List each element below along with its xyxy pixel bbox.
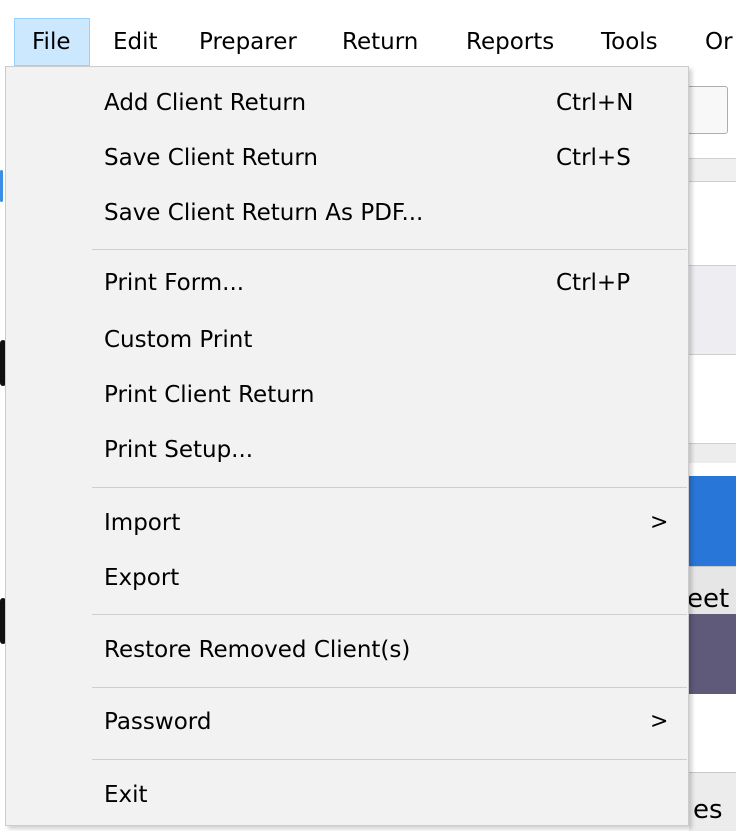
background-tab-label: es [693, 795, 723, 825]
menu-return[interactable]: Return [342, 18, 418, 66]
menu-separator [92, 487, 687, 488]
menu-item-label: Print Setup... [104, 437, 254, 463]
menu-item-save-as-pdf[interactable]: Save Client Return As PDF... [6, 188, 688, 238]
menu-tools[interactable]: Tools [601, 18, 658, 66]
file-dropdown-menu: Add Client Return Ctrl+N Save Client Ret… [5, 66, 689, 826]
menu-item-shortcut: Ctrl+S [556, 145, 631, 171]
menu-item-exit[interactable]: Exit [6, 770, 688, 820]
menu-item-label: Import [104, 510, 181, 536]
background-tab-partial: es [689, 772, 736, 831]
menu-item-label: Custom Print [104, 327, 253, 353]
menu-item-custom-print[interactable]: Custom Print [6, 315, 688, 365]
background-selected-row [689, 476, 736, 566]
menu-file[interactable]: File [14, 18, 90, 66]
menu-preparer[interactable]: Preparer [199, 18, 297, 66]
menu-item-print-client-return[interactable]: Print Client Return [6, 370, 688, 420]
menu-item-label: Password [104, 709, 212, 735]
menu-item-label: Exit [104, 782, 148, 808]
background-band [689, 614, 736, 694]
menu-item-label: Save Client Return [104, 145, 318, 171]
menu-item-label: Restore Removed Client(s) [104, 637, 411, 663]
chevron-right-icon: > [650, 510, 669, 535]
menu-item-import[interactable]: Import > [6, 498, 688, 548]
menu-item-label: Export [104, 565, 180, 591]
menu-options-partial[interactable]: Or [705, 18, 733, 66]
menu-item-shortcut: Ctrl+P [556, 270, 631, 296]
menu-reports[interactable]: Reports [466, 18, 554, 66]
background-panel [689, 265, 736, 355]
menu-bar: File Edit Preparer Return Reports Tools … [0, 0, 736, 66]
background-header-strip [689, 158, 736, 182]
menu-item-label: Print Client Return [104, 382, 315, 408]
background-panel [689, 182, 736, 265]
background-panel [689, 355, 736, 443]
menu-item-print-form[interactable]: Print Form... Ctrl+P [6, 258, 688, 308]
menu-item-restore-removed-clients[interactable]: Restore Removed Client(s) [6, 625, 688, 675]
menu-item-add-client-return[interactable]: Add Client Return Ctrl+N [6, 78, 688, 128]
background-panel [689, 694, 736, 772]
left-edge-mark [0, 170, 3, 202]
menu-separator [92, 614, 687, 615]
menu-separator [92, 249, 687, 250]
menu-item-password[interactable]: Password > [6, 697, 688, 747]
menu-item-print-setup[interactable]: Print Setup... [6, 425, 688, 475]
menu-separator [92, 759, 687, 760]
menu-item-export[interactable]: Export [6, 553, 688, 603]
menu-item-save-client-return[interactable]: Save Client Return Ctrl+S [6, 133, 688, 183]
chevron-right-icon: > [650, 709, 669, 734]
menu-edit[interactable]: Edit [113, 18, 158, 66]
background-tab-label: eet [689, 584, 730, 614]
menu-item-shortcut: Ctrl+N [556, 90, 634, 116]
menu-item-label: Print Form... [104, 270, 245, 296]
menu-item-label: Save Client Return As PDF... [104, 200, 424, 226]
background-tab-partial: eet [689, 566, 736, 614]
menu-item-label: Add Client Return [104, 90, 307, 116]
background-divider [689, 443, 736, 463]
menu-separator [92, 687, 687, 688]
